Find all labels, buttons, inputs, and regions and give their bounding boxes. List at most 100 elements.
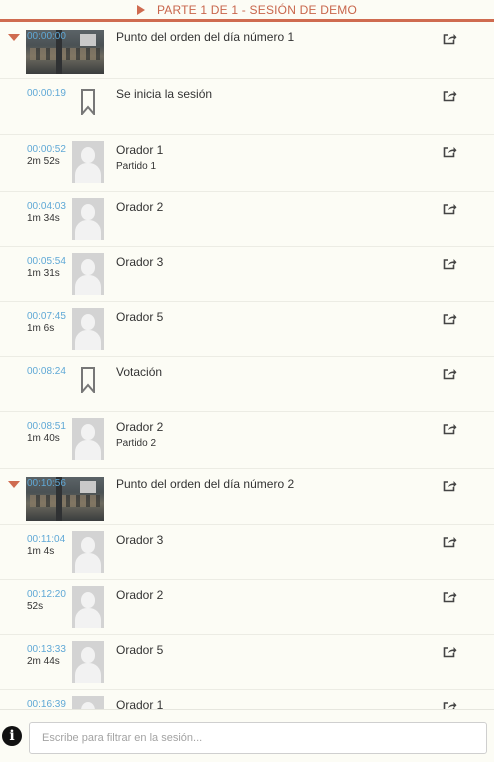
share-icon[interactable]: [443, 479, 457, 492]
avatar-head: [81, 702, 95, 709]
share-icon[interactable]: [443, 700, 457, 709]
session-entry[interactable]: 00:08:51 1m 40s Orador 2 Partido 2: [0, 412, 494, 469]
thumbnail-detail: [80, 481, 96, 493]
speaker-avatar: [72, 198, 104, 240]
entry-timestamp[interactable]: 00:00:19: [27, 88, 66, 99]
speaker-avatar: [72, 141, 104, 183]
entry-duration: 1m 34s: [27, 213, 60, 224]
avatar-shoulders: [75, 220, 101, 240]
entry-title: Votación: [116, 365, 163, 379]
speaker-avatar: [72, 586, 104, 628]
entry-timestamp[interactable]: 00:07:45: [27, 311, 66, 322]
session-entry[interactable]: 00:13:33 2m 44s Orador 5: [0, 635, 494, 690]
session-entry[interactable]: 00:00:00 Punto del orden del día número 1: [0, 22, 494, 79]
avatar-head: [81, 424, 95, 440]
filter-input[interactable]: [29, 722, 487, 754]
avatar-head: [81, 314, 95, 330]
entry-timestamp[interactable]: 00:11:04: [27, 534, 65, 545]
speaker-avatar: [72, 641, 104, 683]
entry-timestamp[interactable]: 00:00:00: [27, 31, 66, 42]
entry-timestamp[interactable]: 00:10:56: [27, 478, 66, 489]
entry-duration: 1m 40s: [27, 433, 60, 444]
info-icon[interactable]: i: [2, 726, 22, 746]
entry-title: Orador 3: [116, 255, 164, 269]
session-entry[interactable]: 00:07:45 1m 6s Orador 5: [0, 302, 494, 357]
filter-bar: i: [0, 709, 494, 762]
entry-title: Orador 2: [116, 200, 164, 214]
entry-title: Orador 1: [116, 698, 164, 709]
share-icon[interactable]: [443, 367, 457, 380]
share-icon[interactable]: [443, 145, 457, 158]
avatar-head: [81, 592, 95, 608]
entry-party: Partido 2: [116, 438, 157, 449]
entry-duration: 1m 31s: [27, 268, 60, 279]
share-icon[interactable]: [443, 312, 457, 325]
entry-title: Punto del orden del día número 2: [116, 477, 295, 491]
avatar-head: [81, 259, 95, 275]
bookmark-icon: [80, 367, 96, 398]
share-icon[interactable]: [443, 422, 457, 435]
entry-duration: 2m 52s: [27, 156, 60, 167]
avatar-shoulders: [75, 163, 101, 183]
entry-timestamp[interactable]: 00:05:54: [27, 256, 66, 267]
speaker-avatar: [72, 696, 104, 709]
entry-timestamp[interactable]: 00:13:33: [27, 644, 66, 655]
entry-duration: 2m 44s: [27, 656, 60, 667]
entry-timestamp[interactable]: 00:12:20: [27, 589, 66, 600]
entry-title: Orador 1: [116, 143, 164, 157]
entry-timestamp[interactable]: 00:08:24: [27, 366, 66, 377]
share-icon[interactable]: [443, 202, 457, 215]
session-entry[interactable]: 00:16:39 Orador 1: [0, 690, 494, 709]
share-icon[interactable]: [443, 645, 457, 658]
thumbnail-detail: [30, 48, 100, 60]
entry-title: Se inicia la sesión: [116, 87, 213, 101]
session-entry[interactable]: 00:12:20 52s Orador 2: [0, 580, 494, 635]
session-entry-list[interactable]: 00:00:00 Punto del orden del día número 1…: [0, 22, 494, 709]
avatar-shoulders: [75, 663, 101, 683]
session-entry[interactable]: 00:08:24 Votación: [0, 357, 494, 412]
session-entry[interactable]: 00:05:54 1m 31s Orador 3: [0, 247, 494, 302]
avatar-head: [81, 204, 95, 220]
entry-timestamp[interactable]: 00:16:39: [27, 699, 66, 709]
avatar-shoulders: [75, 553, 101, 573]
session-panel: PARTE 1 DE 1 - SESIÓN DE DEMO 00:00:00 Pu…: [0, 0, 494, 762]
session-entry[interactable]: 00:04:03 1m 34s Orador 2: [0, 192, 494, 247]
entry-title: Orador 3: [116, 533, 164, 547]
entry-timestamp[interactable]: 00:00:52: [27, 144, 66, 155]
entry-duration: 52s: [27, 601, 44, 612]
play-triangle-icon: [136, 4, 145, 15]
caret-down-icon[interactable]: [8, 34, 20, 41]
session-entry[interactable]: 00:00:52 2m 52s Orador 1 Partido 1: [0, 135, 494, 192]
session-entry[interactable]: 00:11:04 1m 4s Orador 3: [0, 525, 494, 580]
entry-timestamp[interactable]: 00:04:03: [27, 201, 66, 212]
entry-title: Orador 2: [116, 420, 164, 434]
share-icon[interactable]: [443, 535, 457, 548]
part-title: PARTE 1 DE 1 - SESIÓN DE DEMO: [156, 2, 358, 17]
caret-down-icon[interactable]: [8, 481, 20, 488]
avatar-shoulders: [75, 330, 101, 350]
session-entry[interactable]: 00:00:19 Se inicia la sesión: [0, 79, 494, 135]
session-entry[interactable]: 00:10:56 Punto del orden del día número 2: [0, 469, 494, 525]
bookmark-icon: [80, 89, 96, 120]
share-icon[interactable]: [443, 257, 457, 270]
share-icon[interactable]: [443, 89, 457, 102]
share-icon[interactable]: [443, 32, 457, 45]
entry-title: Orador 5: [116, 310, 164, 324]
part-header[interactable]: PARTE 1 DE 1 - SESIÓN DE DEMO: [0, 0, 494, 22]
entry-duration: 1m 6s: [27, 323, 55, 334]
avatar-shoulders: [75, 275, 101, 295]
entry-title: Orador 2: [116, 588, 164, 602]
entry-title: Punto del orden del día número 1: [116, 30, 295, 44]
avatar-shoulders: [75, 608, 101, 628]
speaker-avatar: [72, 308, 104, 350]
entry-party: Partido 1: [116, 161, 157, 172]
avatar-head: [81, 147, 95, 163]
entry-timestamp[interactable]: 00:08:51: [27, 421, 66, 432]
avatar-shoulders: [75, 440, 101, 460]
entry-duration: 1m 4s: [27, 546, 55, 557]
speaker-avatar: [72, 531, 104, 573]
speaker-avatar: [72, 418, 104, 460]
entry-title: Orador 5: [116, 643, 164, 657]
share-icon[interactable]: [443, 590, 457, 603]
avatar-head: [81, 647, 95, 663]
